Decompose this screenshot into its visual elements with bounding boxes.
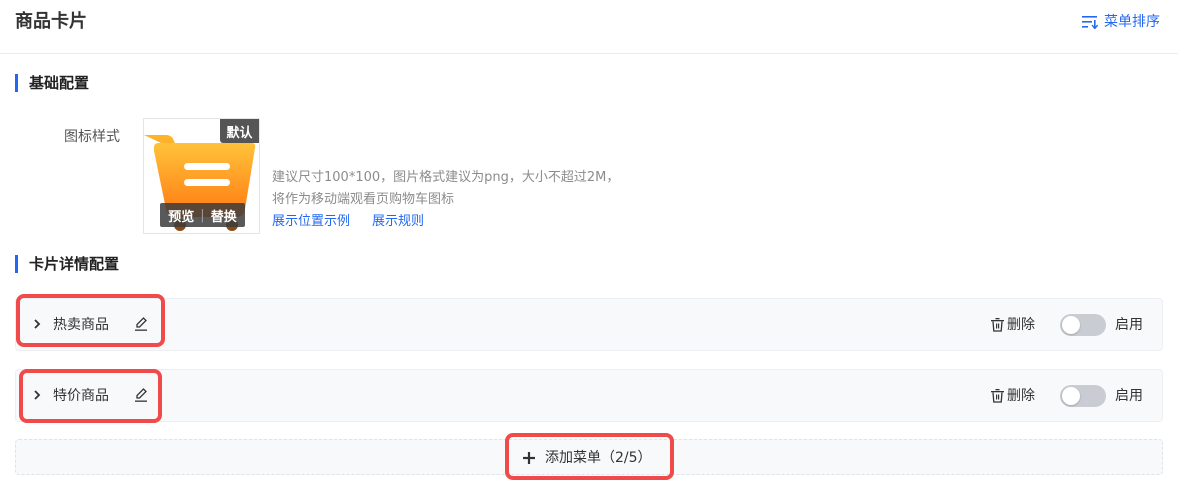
image-actions: 预览 | 替换 [160,203,245,227]
action-separator: | [200,207,205,223]
menu-row-hot-products: 热卖商品 删除 启用 [15,298,1163,351]
preview-button[interactable]: 预览 [168,206,194,225]
replace-button[interactable]: 替换 [211,206,237,225]
add-menu-bar: 添加菜单（2/5） [15,439,1163,475]
link-position-example[interactable]: 展示位置示例 [272,213,350,231]
link-display-rules[interactable]: 展示规则 [372,213,424,231]
toggle-knob [1062,387,1080,405]
edit-pencil-icon[interactable] [134,316,148,332]
add-menu-button[interactable]: 添加菜单（2/5） [523,448,652,468]
icon-style-label: 图标样式 [64,129,120,145]
hint-links: 展示位置示例 展示规则 [272,213,424,231]
edit-pencil-icon[interactable] [134,387,148,403]
chevron-right-icon[interactable] [33,389,41,401]
trash-icon [991,318,1004,332]
menu-sort-button[interactable]: 菜单排序 [1082,12,1160,32]
sort-lines-icon [1082,16,1098,29]
plus-icon [523,452,535,464]
menu-row-name: 热卖商品 [53,317,109,333]
menu-row-special-products: 特价商品 删除 启用 [15,369,1163,422]
toggle-knob [1062,316,1080,334]
enable-toggle[interactable] [1060,385,1106,407]
menu-row-name: 特价商品 [53,388,109,404]
default-badge: 默认 [220,119,259,143]
delete-label: 删除 [1007,317,1035,333]
delete-button[interactable]: 删除 [991,315,1035,335]
page-header: 商品卡片 菜单排序 [0,0,1178,54]
section-title-basic: 基础配置 [15,74,89,92]
section-title-card-detail: 卡片详情配置 [15,255,119,273]
enable-label: 启用 [1115,317,1143,333]
menu-sort-label: 菜单排序 [1104,14,1160,30]
chevron-right-icon[interactable] [33,318,41,330]
enable-toggle[interactable] [1060,314,1106,336]
page-title: 商品卡片 [15,11,87,32]
trash-icon [991,389,1004,403]
add-menu-label: 添加菜单（2/5） [545,450,652,466]
icon-upload-box[interactable]: 默认 预览 | 替换 [143,118,260,234]
hint-size-format: 建议尺寸100*100，图片格式建议为png，大小不超过2M， [272,170,620,185]
enable-label: 启用 [1115,388,1143,404]
delete-button[interactable]: 删除 [991,386,1035,406]
delete-label: 删除 [1007,388,1035,404]
hint-usage: 将作为移动端观看页购物车图标 [272,192,455,207]
